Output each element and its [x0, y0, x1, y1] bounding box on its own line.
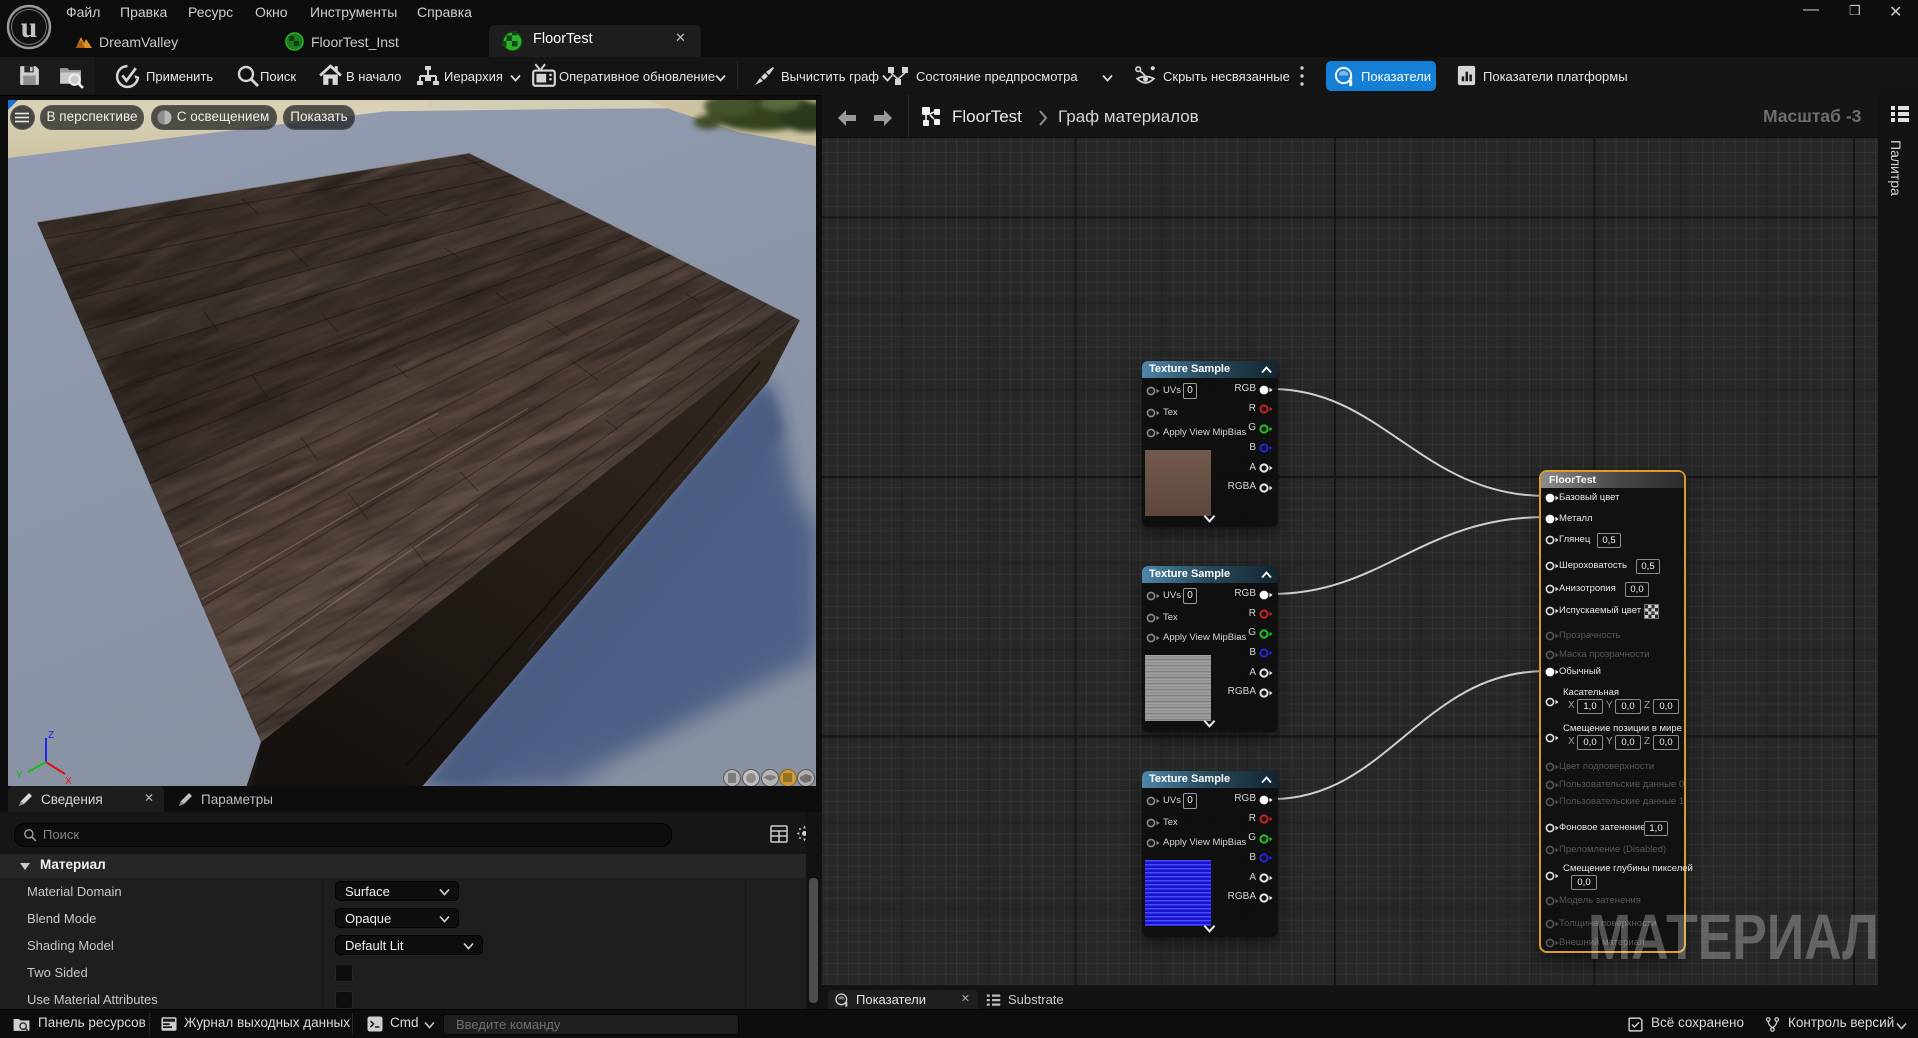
svg-text:Y: Y: [16, 770, 23, 781]
svg-text:u: u: [21, 11, 38, 44]
svg-text:Z: Z: [48, 730, 54, 741]
